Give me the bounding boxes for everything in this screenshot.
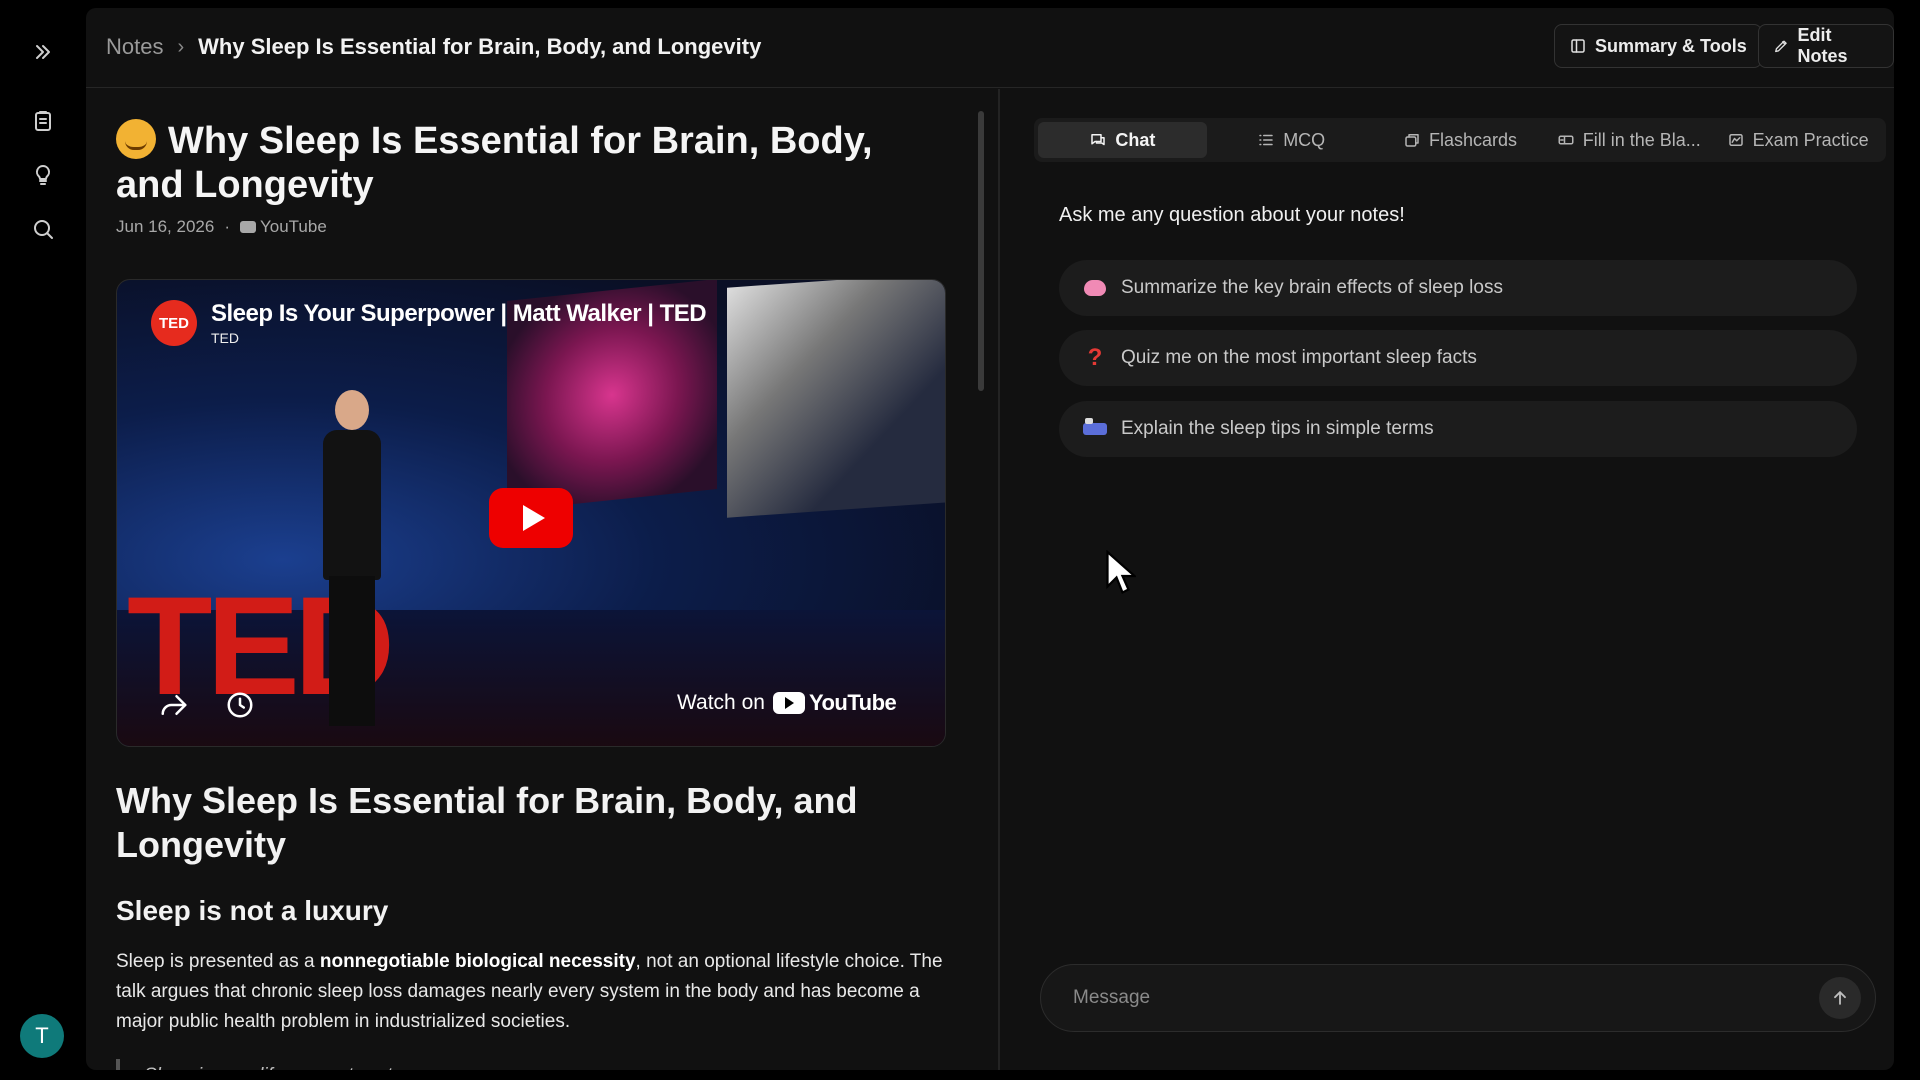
tab-chat-label: Chat <box>1115 129 1156 150</box>
note-heading-1: Why Sleep Is Essential for Brain, Body, … <box>116 780 858 865</box>
summary-tools-label: Summary & Tools <box>1595 35 1747 56</box>
pane-divider[interactable] <box>998 89 1000 1070</box>
question-icon: ? <box>1087 344 1103 371</box>
suggestion-label: Summarize the key brain effects of sleep… <box>1121 277 1503 298</box>
avatar[interactable]: T <box>20 1014 64 1058</box>
share-button[interactable] <box>159 690 193 724</box>
note-date: Jun 16, 2026 <box>116 217 215 236</box>
youtube-brand-label: YouTube <box>808 690 897 715</box>
speaker-figure <box>317 390 387 730</box>
lightbulb-icon <box>35 164 51 185</box>
edit-notes-button[interactable]: Edit Notes <box>1758 24 1894 68</box>
ted-channel-logo[interactable]: TED <box>151 300 197 346</box>
tab-exam-practice[interactable]: Exam Practice <box>1713 122 1882 158</box>
breadcrumb-notes-link[interactable]: Notes <box>106 34 163 60</box>
note-blockquote: Sleep is your life-support system <box>116 1059 419 1070</box>
main-frame: Notes › Why Sleep Is Essential for Brain… <box>86 8 1894 1070</box>
meta-separator: · <box>224 217 230 236</box>
video-screen-image <box>727 280 945 518</box>
youtube-logo: YouTube <box>772 690 897 716</box>
cards-icon <box>1405 134 1419 147</box>
edit-notes-label: Edit Notes <box>1797 25 1848 66</box>
suggestion-summarize[interactable]: Summarize the key brain effects of sleep… <box>1059 260 1857 316</box>
suggestion-label: Quiz me on the most important sleep fact… <box>1121 347 1477 368</box>
search-icon <box>34 220 53 239</box>
tab-mcq[interactable]: MCQ <box>1207 122 1376 158</box>
video-channel: TED <box>211 330 239 346</box>
tab-flashcards-label: Flashcards <box>1428 129 1517 150</box>
list-icon <box>1259 134 1273 146</box>
message-input[interactable] <box>1073 987 1819 1009</box>
note-source: YouTube <box>239 217 327 237</box>
summary-tools-button[interactable]: Summary & Tools <box>1554 24 1762 68</box>
note-meta: Jun 16, 2026 · YouTube <box>116 217 327 237</box>
sleepy-face-icon <box>116 119 156 159</box>
note-heading-2: Sleep is not a luxury <box>116 895 389 926</box>
youtube-play-icon <box>772 692 805 714</box>
notes-icon <box>35 111 51 131</box>
note-paragraph: Sleep is presented as a nonnegotiable bi… <box>116 947 956 1037</box>
note-pane[interactable]: Why Sleep Is Essential for Brain, Body, … <box>86 89 998 1070</box>
panel-icon <box>1571 39 1585 53</box>
ideas-nav-button[interactable] <box>24 156 62 194</box>
chat-prompt: Ask me any question about your notes! <box>1059 204 1405 226</box>
paragraph-text-start: Sleep is presented as a <box>116 951 320 972</box>
youtube-icon <box>239 221 256 233</box>
tab-fill-in-the-blank[interactable]: Fill in the Bla... <box>1544 122 1713 158</box>
watch-on-label: Watch on <box>677 691 765 714</box>
suggestion-label: Explain the sleep tips in simple terms <box>1121 418 1434 439</box>
exam-icon <box>1728 134 1743 146</box>
top-bar: Notes › Why Sleep Is Essential for Brain… <box>86 8 1894 88</box>
sidebar-rail: T <box>0 0 86 1080</box>
breadcrumb: Notes › Why Sleep Is Essential for Brain… <box>106 34 761 60</box>
arrow-up-icon <box>1834 991 1846 1005</box>
bed-icon <box>1083 417 1107 441</box>
tab-fill-in-the-blank-label: Fill in the Bla... <box>1582 129 1701 150</box>
suggestion-explain[interactable]: Explain the sleep tips in simple terms <box>1059 401 1857 457</box>
youtube-video-embed[interactable]: TED TED Sleep Is Your Superpower | Matt … <box>116 279 946 747</box>
note-source-label: YouTube <box>259 217 327 236</box>
message-composer <box>1040 964 1876 1032</box>
video-header: TED Sleep Is Your Superpower | Matt Walk… <box>151 300 707 346</box>
tab-exam-practice-label: Exam Practice <box>1752 129 1869 150</box>
note-title: Why Sleep Is Essential for Brain, Body, … <box>116 119 936 207</box>
chevron-right-icon: › <box>177 35 185 58</box>
tab-chat[interactable]: Chat <box>1038 122 1207 158</box>
video-title[interactable]: Sleep Is Your Superpower | Matt Walker |… <box>211 300 707 328</box>
suggestion-quiz[interactable]: ? Quiz me on the most important sleep fa… <box>1059 330 1857 386</box>
play-button[interactable] <box>489 488 573 548</box>
share-icon <box>161 695 187 715</box>
notes-nav-button[interactable] <box>24 102 62 140</box>
tab-mcq-label: MCQ <box>1283 129 1326 150</box>
pencil-icon <box>1775 40 1787 53</box>
paragraph-bold: nonnegotiable biological necessity <box>319 951 636 972</box>
search-nav-button[interactable] <box>24 210 62 248</box>
send-button[interactable] <box>1819 977 1861 1019</box>
chat-icon <box>1091 134 1106 146</box>
brain-icon <box>1083 276 1107 300</box>
fill-blank-icon <box>1558 135 1574 145</box>
watch-on-youtube-link[interactable]: Watch on YouTube <box>677 690 897 716</box>
note-title-text: Why Sleep Is Essential for Brain, Body, … <box>116 120 873 206</box>
expand-icon <box>36 45 50 59</box>
watch-later-button[interactable] <box>225 690 259 724</box>
clock-icon <box>227 692 253 718</box>
note-scrollbar[interactable] <box>978 111 984 391</box>
study-tabs: Chat MCQ Flashcards Fill in the Bla... E… <box>1034 118 1886 162</box>
tab-flashcards[interactable]: Flashcards <box>1376 122 1545 158</box>
breadcrumb-current: Why Sleep Is Essential for Brain, Body, … <box>198 34 762 59</box>
expand-sidebar-button[interactable] <box>24 33 62 71</box>
mouse-cursor-icon <box>1106 550 1136 595</box>
